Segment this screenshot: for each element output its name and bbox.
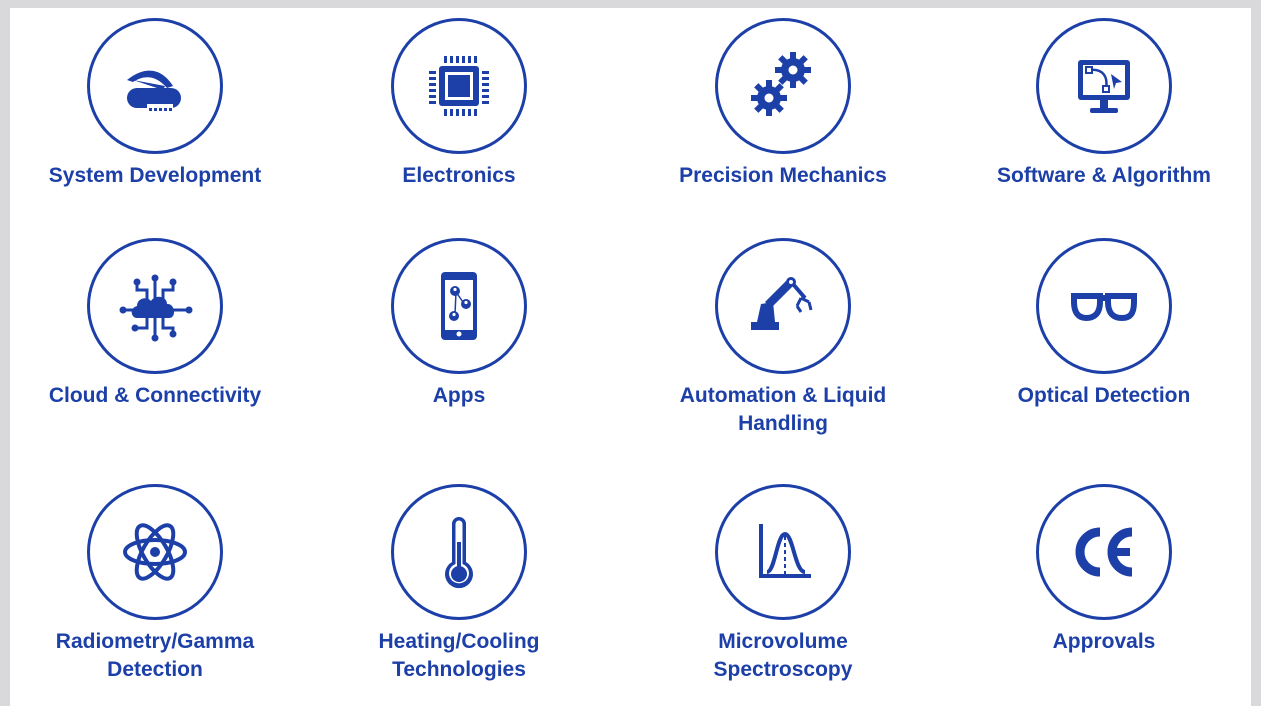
tile-label: Apps <box>432 384 486 407</box>
atom-icon <box>123 523 187 581</box>
icon-circle <box>1036 238 1172 374</box>
tile-label: Optical Detection <box>1017 384 1191 407</box>
tile-microvolume-spectroscopy: Microvolume Spectroscopy <box>643 484 923 684</box>
thermometer-icon <box>445 517 473 589</box>
icon-circle <box>391 484 527 620</box>
tile-cloud-connectivity: Cloud & Connectivity <box>15 238 295 410</box>
monitor-bezier-curve-icon <box>1078 60 1130 113</box>
pocket-knife-icon <box>127 70 181 111</box>
icon-circle <box>1036 484 1172 620</box>
icon-circle <box>87 238 223 374</box>
icon-circle <box>87 18 223 154</box>
robot-arm-icon <box>751 277 813 330</box>
tile-software-algorithm: Software & Algorithm <box>964 18 1244 190</box>
icon-circle <box>1036 18 1172 154</box>
tile-apps: Apps <box>319 238 599 410</box>
microchip-icon <box>429 56 489 116</box>
icon-circle <box>715 238 851 374</box>
icon-circle <box>715 484 851 620</box>
icon-circle <box>715 18 851 154</box>
tile-label: Automation & Liquid Handling <box>679 384 887 435</box>
ce-mark-icon <box>1075 527 1133 577</box>
icon-circle <box>87 484 223 620</box>
tile-heating-cooling-technologies: Heating/Cooling Technologies <box>319 484 599 684</box>
tile-label: Radiometry/Gamma Detection <box>55 630 255 681</box>
tile-precision-mechanics: Precision Mechanics <box>643 18 923 190</box>
capabilities-panel: System Development Electronics Precision… <box>10 8 1251 706</box>
tile-label: Approvals <box>1052 630 1156 653</box>
smartphone-network-icon <box>441 272 477 340</box>
tile-approvals: Approvals <box>964 484 1244 656</box>
tile-automation-liquid-handling: Automation & Liquid Handling <box>643 238 923 438</box>
tile-electronics: Electronics <box>319 18 599 190</box>
icon-circle <box>391 18 527 154</box>
tile-label: Precision Mechanics <box>679 164 887 187</box>
tile-system-development: System Development <box>15 18 295 190</box>
icon-circle <box>391 238 527 374</box>
tile-label: Cloud & Connectivity <box>48 384 262 407</box>
cloud-network-icon <box>119 274 193 342</box>
tile-label: Heating/Cooling Technologies <box>378 630 540 681</box>
tile-optical-detection: Optical Detection <box>964 238 1244 410</box>
tile-label: Electronics <box>402 164 516 187</box>
tile-label: System Development <box>48 164 262 187</box>
glasses-icon <box>1071 293 1137 322</box>
tile-label: Microvolume Spectroscopy <box>713 630 853 681</box>
tile-label: Software & Algorithm <box>997 164 1211 187</box>
spectrum-peak-icon <box>759 524 811 578</box>
gears-icon <box>751 52 811 116</box>
tile-radiometry-gamma-detection: Radiometry/Gamma Detection <box>15 484 295 684</box>
